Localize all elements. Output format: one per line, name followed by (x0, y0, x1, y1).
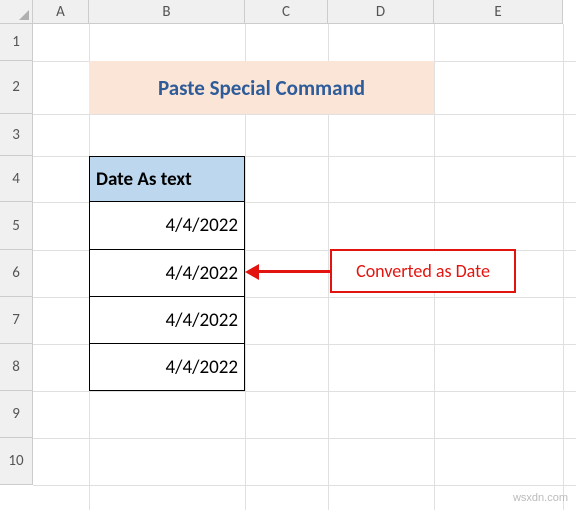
row-header-1[interactable]: 1 (0, 24, 33, 61)
title-cell[interactable]: Paste Special Command (89, 61, 434, 114)
select-all-corner[interactable] (0, 0, 33, 24)
callout-arrow-head (245, 264, 259, 280)
row-header-4[interactable]: 4 (0, 156, 33, 202)
col-header-D[interactable]: D (328, 0, 434, 24)
column-headers: A B C D E (33, 0, 563, 24)
data-cell-b5[interactable]: 4/4/2022 (89, 201, 245, 250)
row-headers: 1 2 3 4 5 6 7 8 9 10 (0, 24, 33, 485)
col-header-B[interactable]: B (89, 0, 245, 24)
row-header-6[interactable]: 6 (0, 250, 33, 297)
row-header-3[interactable]: 3 (0, 114, 33, 156)
col-header-A[interactable]: A (33, 0, 89, 24)
row-header-5[interactable]: 5 (0, 202, 33, 250)
col-header-E[interactable]: E (434, 0, 563, 24)
callout-box: Converted as Date (330, 249, 516, 293)
data-cell-b7[interactable]: 4/4/2022 (89, 296, 245, 344)
callout-arrow-line (257, 270, 330, 273)
data-cell-b8[interactable]: 4/4/2022 (89, 343, 245, 391)
watermark: wsxdn.com (513, 492, 568, 504)
row-header-8[interactable]: 8 (0, 344, 33, 391)
row-header-10[interactable]: 10 (0, 438, 33, 485)
header-cell[interactable]: Date As text (89, 156, 245, 202)
row-header-2[interactable]: 2 (0, 61, 33, 114)
row-header-7[interactable]: 7 (0, 297, 33, 344)
col-header-C[interactable]: C (245, 0, 328, 24)
data-cell-b6[interactable]: 4/4/2022 (89, 249, 245, 297)
row-header-9[interactable]: 9 (0, 391, 33, 438)
